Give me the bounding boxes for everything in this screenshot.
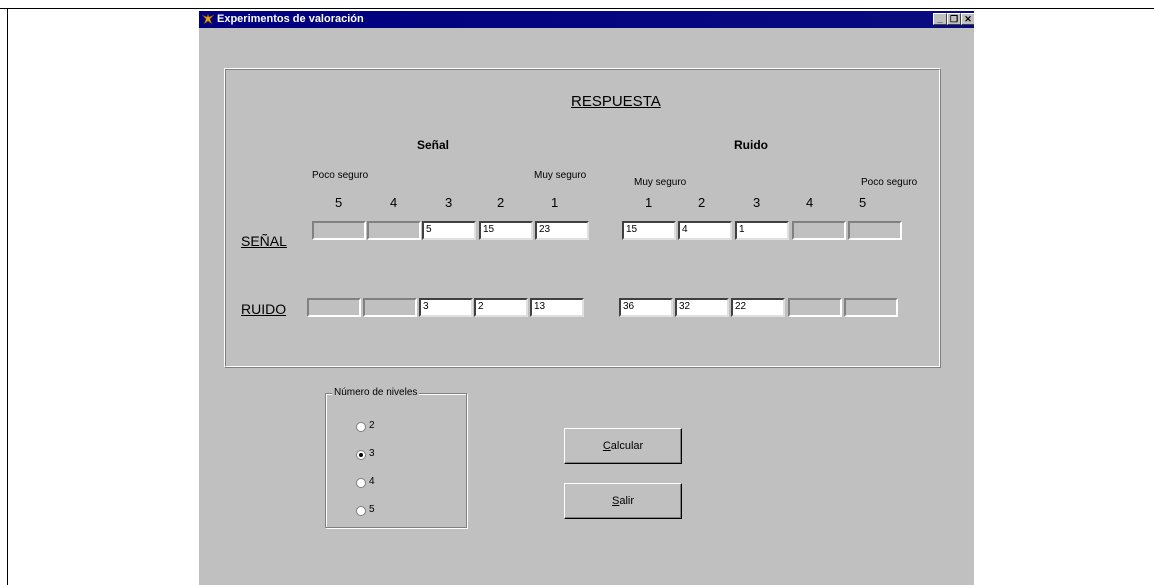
title-bar[interactable]: Experimentos de valoración _ ❐ ✕ (199, 11, 974, 28)
niveles-radio-4[interactable] (356, 478, 366, 488)
ruido-cell-level2-input[interactable]: 2 (474, 298, 528, 317)
calcular-label: alcular (610, 440, 644, 452)
niveles-group-title: Número de niveles (332, 387, 420, 398)
niveles-groupbox: Número de niveles 2 3 4 5 (325, 387, 467, 528)
ruido-poco-seguro-label: Poco seguro (861, 177, 918, 188)
ruido-ruido-cell-level2-input[interactable]: 32 (675, 298, 729, 317)
senal-column-header: Señal (417, 138, 450, 152)
ruido-cell-level1-input[interactable]: 13 (530, 298, 584, 317)
ruido-cell-level4-disabled (363, 298, 417, 317)
senal-muy-seguro-label: Muy seguro (534, 170, 587, 181)
senal-ruido-cell-level3-input[interactable]: 1 (735, 221, 789, 240)
minimize-button[interactable]: _ (933, 13, 947, 25)
ruido-level-label: 5 (859, 195, 867, 210)
senal-cell-level4-disabled (367, 221, 421, 240)
niveles-option-label: 3 (369, 448, 375, 459)
senal-ruido-cell-level2-input[interactable]: 4 (678, 221, 732, 240)
respuesta-heading: RESPUESTA (571, 93, 661, 110)
calcular-mnemonic: C (602, 440, 611, 452)
ruido-ruido-cell-level5-disabled (844, 298, 898, 317)
ruido-level-label: 2 (698, 195, 706, 210)
niveles-radio-2[interactable] (356, 422, 366, 432)
salir-button[interactable]: Salir (564, 483, 682, 519)
app-window: Experimentos de valoración _ ❐ ✕ RESPUES… (199, 11, 974, 585)
app-icon (201, 13, 215, 25)
senal-level-label: 3 (445, 195, 453, 210)
senal-poco-seguro-label: Poco seguro (312, 170, 369, 181)
ruido-ruido-cell-level3-input[interactable]: 22 (731, 298, 785, 317)
ruido-level-label: 4 (806, 195, 814, 210)
close-button[interactable]: ✕ (961, 13, 974, 25)
ruido-column-header: Ruido (734, 138, 768, 152)
row-label-senal: SEÑAL (241, 233, 287, 249)
senal-cell-level5-disabled (312, 221, 366, 240)
outer-frame-top (0, 8, 1154, 9)
senal-level-label: 1 (551, 195, 559, 210)
niveles-option-label: 4 (369, 476, 375, 487)
ruido-cell-level3-input[interactable]: 3 (419, 298, 473, 317)
salir-label: alir (619, 495, 634, 507)
ruido-ruido-cell-level1-input[interactable]: 36 (619, 298, 673, 317)
niveles-radio-3[interactable] (356, 450, 366, 460)
senal-cell-level3-input[interactable]: 5 (422, 221, 476, 240)
senal-ruido-cell-level4-disabled (792, 221, 846, 240)
senal-level-label: 2 (497, 195, 505, 210)
ruido-muy-seguro-label: Muy seguro (634, 177, 687, 188)
ruido-cell-level5-disabled (307, 298, 361, 317)
senal-level-label: 4 (390, 195, 398, 210)
senal-cell-level2-input[interactable]: 15 (479, 221, 533, 240)
row-label-ruido: RUIDO (241, 301, 287, 317)
senal-ruido-cell-level1-input[interactable]: 15 (622, 221, 676, 240)
respuesta-panel: RESPUESTA Señal Ruido Poco seguro Muy se… (224, 68, 941, 368)
senal-ruido-cell-level5-disabled (848, 221, 902, 240)
senal-cell-level1-input[interactable]: 23 (535, 221, 589, 240)
ruido-level-label: 1 (645, 195, 653, 210)
window-title: Experimentos de valoración (217, 13, 364, 25)
restore-button[interactable]: ❐ (947, 13, 961, 25)
ruido-ruido-cell-level4-disabled (788, 298, 842, 317)
outer-frame-left (7, 8, 8, 585)
niveles-radio-5[interactable] (356, 506, 366, 516)
ruido-level-label: 3 (753, 195, 761, 210)
niveles-option-label: 5 (369, 504, 375, 515)
calcular-button[interactable]: Calcular (564, 428, 682, 464)
niveles-option-label: 2 (369, 420, 375, 431)
senal-level-label: 5 (335, 195, 343, 210)
